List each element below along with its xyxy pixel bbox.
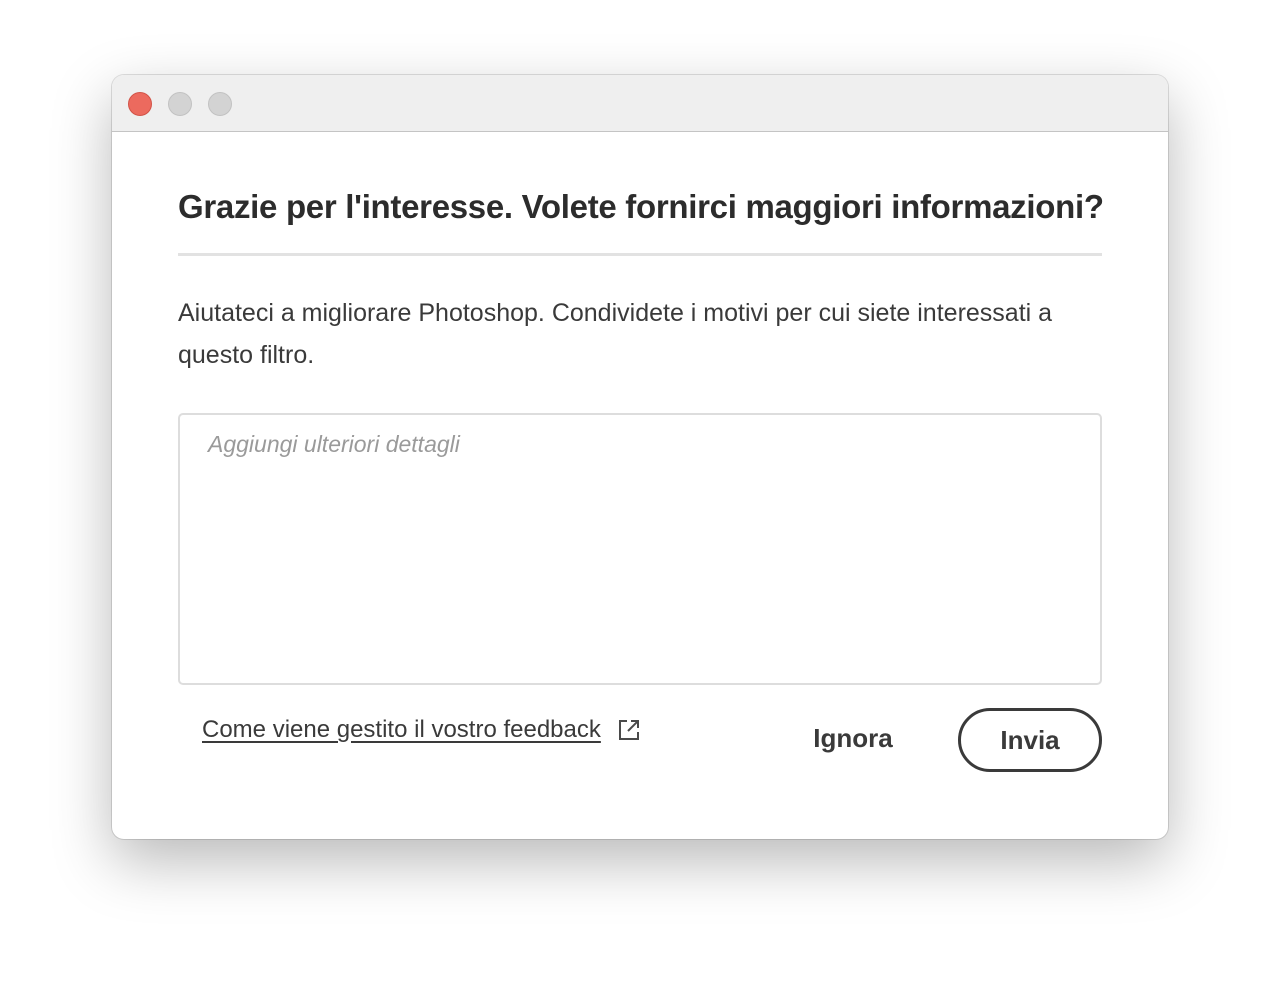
dialog-content: Grazie per l'interesse. Volete fornirci … xyxy=(112,132,1168,839)
ignore-button[interactable]: Ignora xyxy=(802,716,904,760)
feedback-info-link[interactable]: Come viene gestito il vostro feedback xyxy=(202,716,641,744)
feedback-dialog-window: Grazie per l'interesse. Volete fornirci … xyxy=(112,75,1168,839)
details-textarea[interactable] xyxy=(178,413,1102,685)
external-link-icon xyxy=(617,718,641,742)
heading-divider xyxy=(178,253,1102,256)
close-window-button[interactable] xyxy=(128,92,152,116)
dialog-heading: Grazie per l'interesse. Volete fornirci … xyxy=(178,188,1104,225)
feedback-info-link-label: Come viene gestito il vostro feedback xyxy=(202,716,601,743)
zoom-window-button[interactable] xyxy=(208,92,232,116)
dialog-description: Aiutateci a migliorare Photoshop. Condiv… xyxy=(178,299,1053,369)
title-bar xyxy=(112,75,1168,132)
minimize-window-button[interactable] xyxy=(168,92,192,116)
send-button[interactable]: Invia xyxy=(958,708,1102,772)
